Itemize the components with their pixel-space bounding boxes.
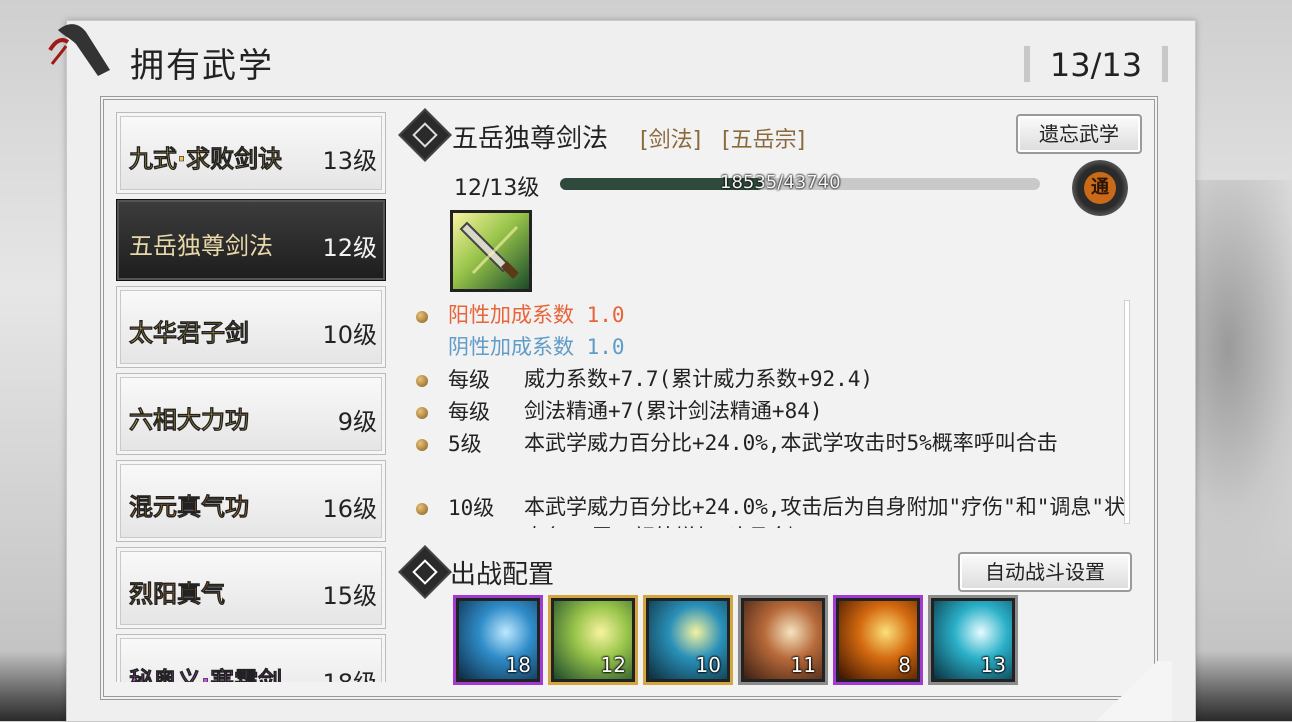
skill-list-item[interactable]: 秘奥义·寒霜剑 18级 [116,634,386,682]
description-scrollbar[interactable] [1124,300,1130,524]
skill-list-item-level: 9级 [337,408,377,436]
description-row: 5级 本武学威力百分比+24.0%,本武学攻击时5%概率呼叫合击 [410,428,1130,492]
description-row: 每级 威力系数+7.7(累计威力系数+92.4) [410,364,1130,396]
skill-list-item-name: 混元真气功 [129,493,250,522]
bullet-icon [416,503,428,515]
description-text: 剑法精通+7(累计剑法精通+84) [524,399,823,423]
skill-count: 13/13 [1024,46,1168,84]
slot-level: 11 [790,653,816,677]
palm-strike-icon[interactable]: 11 [741,598,825,682]
slot-level: 18 [505,653,531,677]
mastery-seal-icon[interactable]: 通 [1072,160,1128,216]
exp-text: 18535/43740 [720,172,841,193]
skill-list-item-level: 16级 [322,495,377,523]
slot-level: 10 [695,653,721,677]
slot-level: 8 [898,653,911,677]
frost-blade-icon[interactable]: 13 [931,598,1015,682]
skill-list-item[interactable]: 九式·求败剑诀 13级 [116,112,386,194]
description-key: 每级 [448,368,490,392]
description-text: 阳性加成系数 1.0 [448,303,625,327]
slot-level: 12 [600,653,626,677]
description-text: 阴性加成系数 1.0 [448,335,625,359]
description-key: 10级 [448,496,495,520]
skill-list-item[interactable]: 太华君子剑 10级 [116,286,386,368]
skill-sect-tag: [五岳宗] [722,128,806,153]
skill-list-item[interactable]: 六相大力功 9级 [116,373,386,455]
page-title: 拥有武学 [130,46,274,86]
ice-sword-rain-icon[interactable]: 18 [456,598,540,682]
skill-level: 12/13级 [454,176,540,201]
page-corner [1082,661,1172,721]
skill-list-item-name: 九式·求败剑诀 [129,145,283,174]
skill-list-item-name: 六相大力功 [129,406,250,435]
description-key: 每级 [448,400,490,424]
skill-list-item-name: 五岳独尊剑法 [129,232,273,260]
skill-list-item[interactable]: 五岳独尊剑法 12级 [116,199,386,281]
forget-skill-button[interactable]: 遗忘武学 [1016,114,1142,154]
skill-list-item-name: 秘奥义·寒霜剑 [129,667,283,682]
description-text: 威力系数+7.7(累计威力系数+92.4) [524,367,874,391]
skill-list-item-level: 15级 [322,582,377,610]
bullet-icon [416,375,428,387]
bullet-icon [416,311,428,323]
battle-config-title: 出战配置 [450,560,555,590]
description-key: 5级 [448,432,482,456]
seal-char: 通 [1084,172,1116,204]
auto-battle-settings-button[interactable]: 自动战斗设置 [958,552,1132,592]
description-text: 本武学威力百分比+24.0%,本武学攻击时5%概率呼叫合击 [524,431,1058,455]
description-row: 阴性加成系数 1.0 [410,332,1130,364]
skill-type-tag: [剑法] [640,128,702,153]
description-row: 每级 剑法精通+7(累计剑法精通+84) [410,396,1130,428]
description-text: 本武学威力百分比+24.0%,攻击后为自身附加"疗伤"和"调息"状态各20层，额… [524,495,1126,528]
description-row: 10级 本武学威力百分比+24.0%,攻击后为自身附加"疗伤"和"调息"状态各2… [410,492,1130,528]
bullet-icon [416,439,428,451]
fire-warrior-icon[interactable]: 8 [836,598,920,682]
energy-burst-icon[interactable]: 10 [646,598,730,682]
skills-list[interactable]: 九式·求败剑诀 13级 五岳独尊剑法 12级 太华君子剑 10级 六相大力功 9… [116,112,388,682]
skill-list-item[interactable]: 烈阳真气 15级 [116,547,386,629]
skill-list-item-level: 18级 [322,663,377,682]
scrollbar-thumb[interactable] [1124,300,1130,524]
skill-name: 五岳独尊剑法 [452,124,609,154]
description-row: 阳性加成系数 1.0 [410,300,1130,332]
skill-description[interactable]: 阳性加成系数 1.0 阴性加成系数 1.0 每级 威力系数+7.7(累计威力系数… [410,300,1130,528]
dart-emblem-icon [48,24,110,77]
skill-list-item-level: 13级 [322,147,377,175]
skill-list-item-level: 12级 [322,234,377,262]
skill-list-item-level: 10级 [322,321,377,349]
skill-list-item-name: 太华君子剑 [129,319,250,348]
slot-level: 13 [980,653,1006,677]
sword-skill-icon[interactable]: 12 [551,598,635,682]
bullet-icon [416,407,428,419]
sword-skill-icon [450,210,532,292]
skill-list-item[interactable]: 混元真气功 16级 [116,460,386,542]
skill-list-item-name: 烈阳真气 [129,580,226,609]
